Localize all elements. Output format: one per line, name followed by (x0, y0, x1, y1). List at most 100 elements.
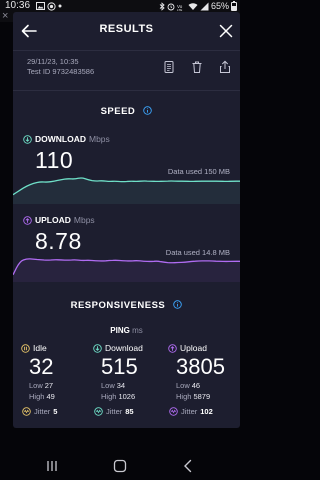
ping-upload-jitter-value: 102 (200, 407, 213, 416)
speed-section-title: SPEED (13, 106, 240, 117)
download-ping-icon (93, 343, 102, 353)
ping-idle-column: Idle 32 Low 27 High 49 Jitter 5 (21, 343, 91, 416)
ping-download-jitter-value: 85 (125, 407, 134, 416)
status-time: 10:36 (5, 0, 31, 11)
home-button[interactable] (112, 458, 128, 474)
share-icon (220, 60, 230, 73)
background-close-icon: × (2, 10, 9, 22)
share-button[interactable] (218, 60, 232, 74)
battery-percentage: 65% (210, 1, 229, 11)
idle-icon (21, 343, 30, 353)
record-icon (47, 1, 56, 11)
speed-title: SPEED (100, 106, 136, 117)
delete-button[interactable] (190, 60, 204, 74)
document-icon (164, 61, 174, 73)
upload-label: UPLOAD Mbps (23, 215, 95, 225)
battery-icon (231, 0, 237, 11)
ping-idle-jitter-value: 5 (53, 407, 58, 416)
ping-idle-low-label: Low (29, 381, 43, 390)
ping-download-low-value: 34 (116, 381, 126, 390)
ping-upload-high-label: High (176, 392, 192, 401)
system-navigation-bar (0, 452, 240, 480)
ping-download-label: Download (93, 343, 163, 353)
ping-idle-high-label: High (29, 392, 45, 401)
result-actions (162, 60, 232, 74)
ping-idle-high: High 49 (29, 391, 91, 402)
ping-title: PING ms (13, 326, 240, 335)
volte-icon: VoLTE (177, 4, 183, 11)
ping-idle-value: 32 (29, 354, 54, 379)
back-button[interactable] (180, 458, 196, 474)
trash-icon (192, 61, 202, 73)
jitter-icon (22, 407, 31, 416)
download-label-text: DOWNLOAD (35, 134, 86, 144)
download-graph (13, 177, 240, 204)
results-header: RESULTS (13, 12, 240, 50)
ping-upload-low-value: 46 (191, 381, 201, 390)
details-button[interactable] (162, 60, 176, 74)
ping-label: PING (110, 326, 130, 335)
upload-graph (13, 258, 240, 282)
close-icon[interactable] (216, 21, 236, 41)
jitter-icon (94, 407, 103, 416)
ping-idle-jitter-label: Jitter (34, 407, 51, 416)
wifi-icon (188, 2, 198, 10)
ping-upload-jitter-label: Jitter (181, 407, 198, 416)
ping-download-jitter: Jitter 85 (94, 407, 163, 416)
status-bar: 10:36 Vo LTE 65% (0, 0, 240, 12)
download-icon (23, 134, 32, 144)
ping-idle-high-value: 49 (46, 392, 55, 401)
ping-upload-column: Upload 3805 Low 46 High 5879 Jitter 102 (168, 343, 238, 416)
ping-upload-jitter: Jitter 102 (169, 407, 238, 416)
ping-idle-label: Idle (21, 343, 91, 353)
image-icon (36, 2, 45, 10)
ping-download-jitter-label: Jitter (106, 407, 123, 416)
ping-download-low: Low 34 (101, 380, 163, 391)
header-divider (13, 50, 240, 51)
recent-apps-button[interactable] (44, 458, 60, 474)
speed-info-icon[interactable] (143, 106, 153, 115)
ping-idle-low-value: 27 (44, 381, 54, 390)
status-notification-icons (36, 1, 62, 11)
responsiveness-title: RESPONSIVENESS (70, 300, 166, 311)
download-value: 110 (35, 147, 74, 173)
ping-upload-label-text: Upload (180, 343, 207, 353)
ping-upload-low-label: Low (176, 381, 190, 390)
download-unit: Mbps (89, 134, 110, 144)
signal-icon (200, 2, 209, 10)
test-meta: 29/11/23, 10:35 Test ID 9732483586 (27, 57, 94, 77)
ping-download-low-label: Low (101, 381, 115, 390)
jitter-icon (169, 407, 178, 416)
bluetooth-icon (159, 1, 165, 11)
ping-upload-high: High 5879 (176, 391, 238, 402)
upload-graph-area (13, 258, 240, 282)
svg-text:LTE: LTE (177, 8, 182, 11)
ping-idle-label-text: Idle (33, 343, 47, 353)
upload-value: 8.78 (35, 228, 82, 254)
responsiveness-section-title: RESPONSIVENESS (13, 300, 240, 311)
status-system-icons: Vo LTE 65% (159, 0, 237, 12)
ping-idle-jitter: Jitter 5 (22, 407, 91, 416)
ping-upload-label: Upload (168, 343, 238, 353)
responsiveness-info-icon[interactable] (173, 300, 183, 309)
dot-icon (58, 4, 62, 8)
ping-download-high: High 1026 (101, 391, 163, 402)
ping-download-label-text: Download (105, 343, 143, 353)
upload-label-text: UPLOAD (35, 215, 71, 225)
test-id: Test ID 9732483586 (27, 67, 95, 76)
ping-download-high-label: High (101, 392, 117, 401)
ping-upload-value: 3805 (176, 354, 225, 379)
meta-divider (13, 90, 240, 91)
alarm-icon (167, 3, 175, 10)
page-title: RESULTS (99, 23, 154, 35)
ping-upload-high-value: 5879 (193, 392, 211, 401)
ping-download-high-value: 1026 (118, 392, 136, 401)
upload-ping-icon (168, 343, 177, 353)
ping-download-column: Download 515 Low 34 High 1026 Jitter 85 (93, 343, 163, 416)
ping-unit: ms (132, 326, 143, 335)
ping-upload-low: Low 46 (176, 380, 238, 391)
test-datetime: 29/11/23, 10:35 (27, 57, 79, 66)
ping-download-value: 515 (101, 354, 138, 379)
results-card: RESULTS 29/11/23, 10:35 Test ID 97324835… (13, 12, 240, 428)
download-label: DOWNLOAD Mbps (23, 134, 110, 144)
